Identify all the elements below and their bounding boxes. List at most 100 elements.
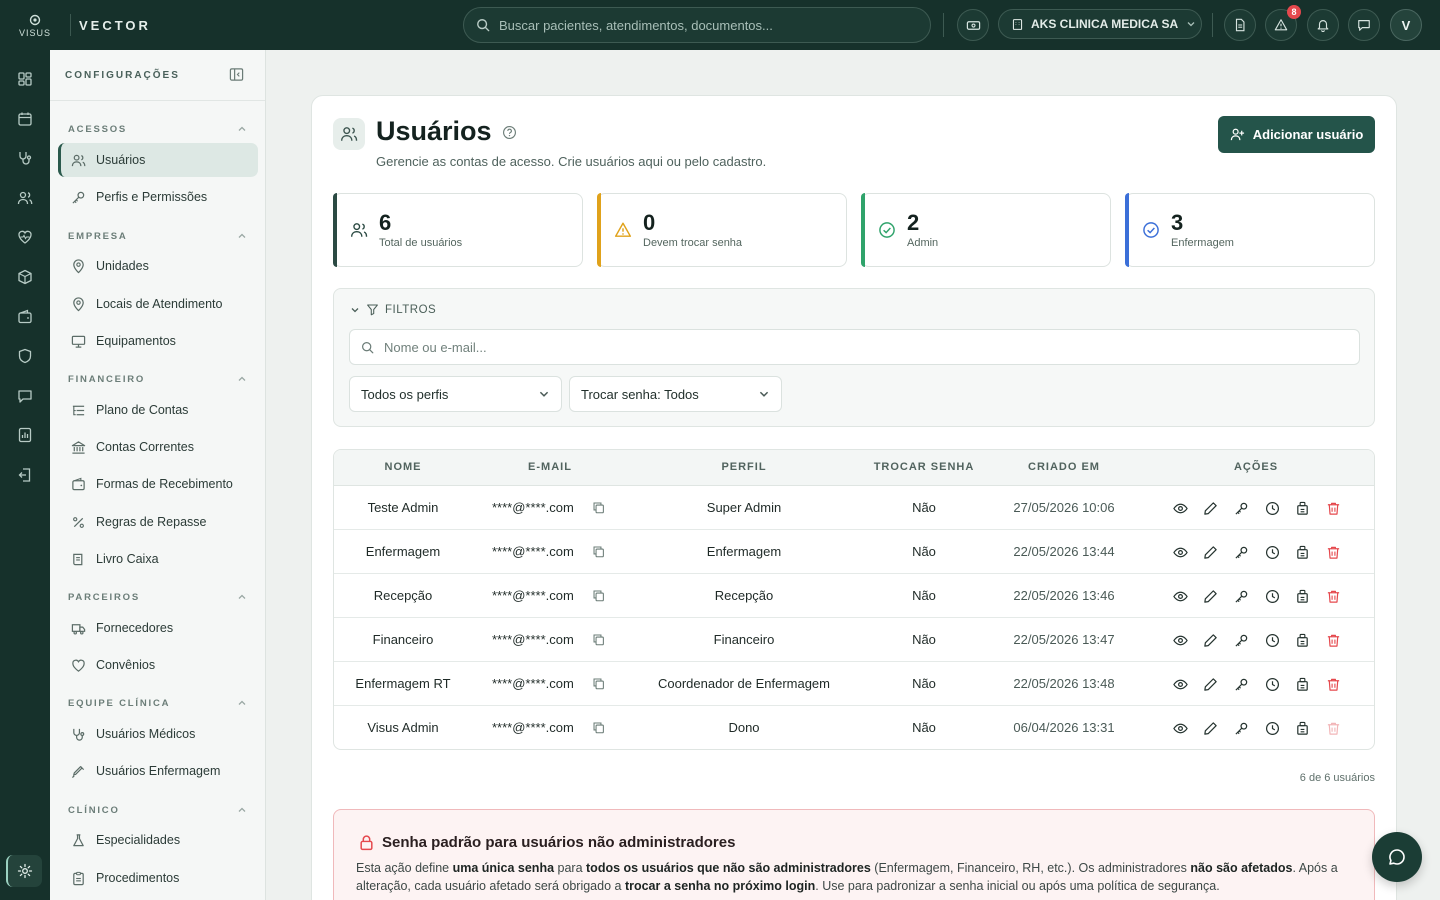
alerts-button[interactable]: 8: [1265, 5, 1301, 41]
history-button[interactable]: [1264, 544, 1280, 560]
reset-password-button[interactable]: [1233, 676, 1249, 692]
reset-password-button[interactable]: [1233, 632, 1249, 648]
message-icon[interactable]: [13, 384, 37, 408]
edit-button[interactable]: [1202, 632, 1218, 648]
sidebar-item-convenios[interactable]: Convênios: [58, 648, 258, 682]
copy-icon[interactable]: [592, 677, 605, 690]
calendar-icon[interactable]: [13, 107, 37, 131]
history-button[interactable]: [1264, 588, 1280, 604]
documents-button[interactable]: [1224, 9, 1256, 41]
report-icon[interactable]: [13, 423, 37, 447]
view-button[interactable]: [1172, 632, 1188, 648]
chevron-up-icon[interactable]: [237, 374, 247, 384]
sidebar-item-livro[interactable]: Livro Caixa: [58, 542, 258, 576]
copy-icon[interactable]: [592, 589, 605, 602]
sidebar-item-equipamentos[interactable]: Equipamentos: [58, 324, 258, 358]
add-user-button[interactable]: Adicionar usuário: [1218, 116, 1375, 153]
help-icon[interactable]: [502, 125, 517, 140]
group-parceiros[interactable]: PARCEIROS: [68, 592, 140, 603]
delete-button[interactable]: [1325, 632, 1341, 648]
group-clinico[interactable]: CLÍNICO: [68, 805, 120, 816]
history-button[interactable]: [1264, 632, 1280, 648]
view-button[interactable]: [1172, 500, 1188, 516]
sidebar-item-locais[interactable]: Locais de Atendimento: [58, 287, 258, 321]
global-search[interactable]: [463, 7, 931, 43]
reset-password-button[interactable]: [1233, 500, 1249, 516]
filter-search[interactable]: [349, 329, 1360, 365]
sidebar-item-procedimentos[interactable]: Procedimentos: [58, 861, 258, 895]
global-search-input[interactable]: [499, 17, 899, 33]
history-button[interactable]: [1264, 676, 1280, 692]
chevron-up-icon[interactable]: [237, 805, 247, 815]
exit-icon[interactable]: [13, 463, 37, 487]
edit-button[interactable]: [1202, 588, 1218, 604]
sidebar-item-especialidades[interactable]: Especialidades: [58, 823, 258, 857]
copy-icon[interactable]: [592, 545, 605, 558]
edit-button[interactable]: [1202, 720, 1218, 736]
settings-rail-item[interactable]: [6, 855, 42, 887]
copy-icon[interactable]: [592, 633, 605, 646]
copy-icon[interactable]: [592, 501, 605, 514]
group-acessos[interactable]: ACESSOS: [68, 124, 127, 135]
shield-icon[interactable]: [13, 344, 37, 368]
reset-password-button[interactable]: [1233, 544, 1249, 560]
view-button[interactable]: [1172, 720, 1188, 736]
collapse-sidebar-icon[interactable]: [229, 67, 244, 82]
ticket-button[interactable]: [957, 9, 989, 41]
delete-button[interactable]: [1325, 500, 1341, 516]
credentials-button[interactable]: [1294, 676, 1310, 692]
clinic-selector[interactable]: AKS CLINICA MEDICA SA: [998, 9, 1202, 39]
heart-pulse-icon[interactable]: [13, 225, 37, 249]
user-avatar[interactable]: V: [1390, 9, 1422, 41]
stethoscope-icon[interactable]: [13, 146, 37, 170]
credentials-button[interactable]: [1294, 544, 1310, 560]
wallet-icon[interactable]: [13, 305, 37, 329]
sidebar-item-enfermagem[interactable]: Usuários Enfermagem: [58, 754, 258, 788]
header-email[interactable]: E-MAIL: [500, 461, 600, 473]
edit-button[interactable]: [1202, 500, 1218, 516]
messages-button[interactable]: [1348, 9, 1380, 41]
chevron-up-icon[interactable]: [237, 231, 247, 241]
header-created[interactable]: CRIADO EM: [1004, 461, 1124, 473]
edit-button[interactable]: [1202, 544, 1218, 560]
reset-password-button[interactable]: [1233, 720, 1249, 736]
history-button[interactable]: [1264, 720, 1280, 736]
delete-button[interactable]: [1325, 720, 1341, 736]
sidebar-item-unidades[interactable]: Unidades: [58, 249, 258, 283]
history-button[interactable]: [1264, 500, 1280, 516]
chevron-up-icon[interactable]: [237, 698, 247, 708]
credentials-button[interactable]: [1294, 720, 1310, 736]
chat-support-button[interactable]: [1372, 832, 1422, 882]
delete-button[interactable]: [1325, 588, 1341, 604]
view-button[interactable]: [1172, 676, 1188, 692]
view-button[interactable]: [1172, 544, 1188, 560]
chevron-up-icon[interactable]: [237, 124, 247, 134]
sidebar-item-medicos[interactable]: Usuários Médicos: [58, 717, 258, 751]
view-button[interactable]: [1172, 588, 1188, 604]
chevron-up-icon[interactable]: [237, 592, 247, 602]
sidebar-item-perfis[interactable]: Perfis e Permissões: [58, 180, 258, 214]
logo[interactable]: VISUS: [0, 0, 70, 50]
profile-select[interactable]: Todos os perfis: [349, 376, 562, 412]
header-change-password[interactable]: TROCAR SENHA: [864, 461, 984, 473]
dashboard-icon[interactable]: [13, 67, 37, 91]
change-password-select[interactable]: Trocar senha: Todos: [569, 376, 782, 412]
header-profile[interactable]: PERFIL: [644, 461, 844, 473]
sidebar-item-usuarios[interactable]: Usuários: [58, 143, 258, 177]
sidebar-item-contas[interactable]: Contas Correntes: [58, 430, 258, 464]
edit-button[interactable]: [1202, 676, 1218, 692]
group-equipe[interactable]: EQUIPE CLÍNICA: [68, 698, 170, 709]
sidebar-item-plano[interactable]: Plano de Contas: [58, 393, 258, 427]
filters-toggle[interactable]: FILTROS: [350, 303, 436, 316]
patients-icon[interactable]: [13, 186, 37, 210]
delete-button[interactable]: [1325, 544, 1341, 560]
sidebar-item-formas[interactable]: Formas de Recebimento: [58, 467, 258, 501]
notifications-button[interactable]: [1307, 9, 1339, 41]
copy-icon[interactable]: [592, 721, 605, 734]
credentials-button[interactable]: [1294, 588, 1310, 604]
sidebar-item-regras[interactable]: Regras de Repasse: [58, 505, 258, 539]
filter-search-input[interactable]: [384, 339, 1284, 355]
credentials-button[interactable]: [1294, 632, 1310, 648]
credentials-button[interactable]: [1294, 500, 1310, 516]
package-icon[interactable]: [13, 265, 37, 289]
